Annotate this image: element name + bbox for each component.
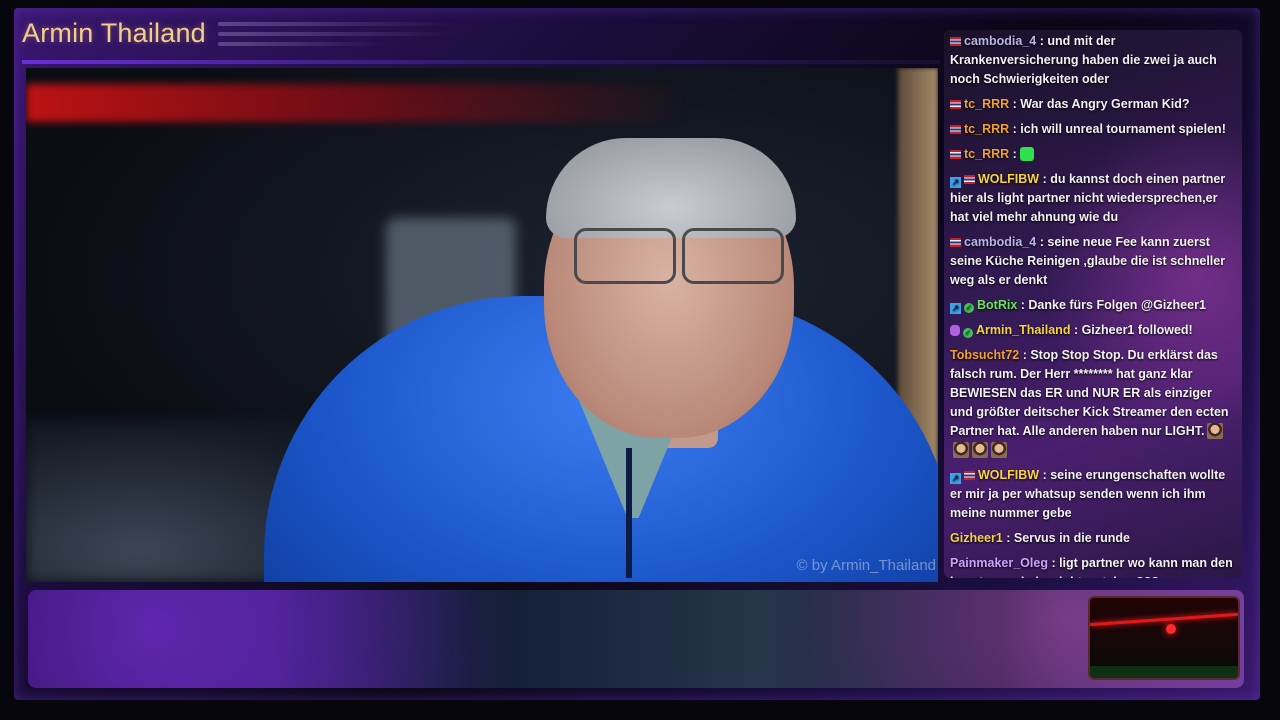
chat-text: ich will unreal tournament spielen! — [1020, 122, 1226, 136]
flag-badge-icon — [950, 150, 961, 159]
chat-username[interactable]: BotRix — [977, 298, 1017, 312]
background-red-light — [26, 84, 686, 122]
red-laser — [1090, 612, 1238, 627]
verified-badge-icon: ✓ — [964, 303, 974, 313]
chat-username[interactable]: WOLFIBW — [978, 468, 1039, 482]
stream-title: Armin Thailand — [22, 18, 206, 48]
flag-badge-icon — [950, 37, 961, 46]
chat-username[interactable]: cambodia_4 — [964, 34, 1036, 48]
chat-username[interactable]: Tobsucht72 — [950, 348, 1019, 362]
chat-message: ✓ Armin_Thailand : Gizheer1 followed! — [944, 319, 1242, 344]
chat-username[interactable]: Gizheer1 — [950, 531, 1003, 545]
chat-username[interactable]: tc_RRR — [964, 122, 1009, 136]
chat-username[interactable]: tc_RRR — [964, 97, 1009, 111]
chat-message: tc_RRR : — [944, 143, 1242, 168]
chat-message: tc_RRR : ich will unreal tournament spie… — [944, 118, 1242, 143]
chat-username[interactable]: Painmaker_Oleg — [950, 556, 1048, 570]
chat-message: cambodia_4 : und mit der Krankenversiche… — [950, 34, 1217, 86]
chat-message: cambodia_4 : seine neue Fee kann zuerst … — [950, 235, 1226, 287]
face-emote-icon — [953, 442, 969, 458]
chat-message: ↗ WOLFIBW : du kannst doch einen partner … — [950, 172, 1226, 224]
subscriber-badge-icon: ↗ — [950, 177, 961, 188]
chat-username[interactable]: cambodia_4 — [964, 235, 1036, 249]
chat-text: War das Angry German Kid? — [1020, 97, 1190, 111]
streamer-hair — [546, 138, 796, 238]
flag-badge-icon — [950, 100, 961, 109]
streamer-glasses — [574, 228, 786, 284]
video-watermark: © by Armin_Thailand — [796, 557, 936, 574]
subscriber-badge-icon: ↗ — [950, 303, 961, 314]
title-decoration — [218, 22, 458, 62]
chat-panel: cambodia_4 : und mit der Krankenversiche… — [944, 30, 1242, 578]
face-emote-icon — [1207, 423, 1224, 439]
red-light-dot — [1166, 624, 1176, 634]
chat-text: Servus in die runde — [1013, 531, 1130, 545]
mini-camera-preview — [1088, 596, 1240, 680]
chat-message: Tobsucht72 : Stop Stop Stop. Du erklärst… — [944, 344, 1242, 464]
chat-text: Danke fürs Folgen @Gizheer1 — [1028, 298, 1206, 312]
green-emote-icon — [1020, 147, 1035, 161]
jacket-zipper — [626, 448, 632, 578]
bottom-banner — [28, 590, 1244, 688]
flag-badge-icon — [964, 471, 975, 480]
flag-badge-icon — [950, 125, 961, 134]
face-emote-icon — [991, 442, 1007, 458]
chat-username[interactable]: WOLFIBW — [978, 172, 1039, 186]
flag-badge-icon — [950, 238, 961, 247]
chat-message: ↗ WOLFIBW : seine erungenschaften wollte … — [950, 468, 1226, 520]
chat-message: ↗ ✓ BotRix : Danke fürs Folgen @Gizheer1 — [950, 298, 1206, 314]
subscriber-badge-icon: ↗ — [950, 473, 961, 484]
chat-message: Painmaker_Oleg : ligt partner wo kann ma… — [944, 552, 1242, 578]
chat-username[interactable]: Armin_Thailand — [976, 323, 1070, 337]
chat-message: tc_RRR : War das Angry German Kid? — [944, 93, 1242, 118]
flag-badge-icon — [964, 175, 975, 184]
face-emote-icon — [972, 442, 988, 458]
broadcaster-badge-icon — [950, 325, 960, 336]
chat-username[interactable]: tc_RRR — [964, 147, 1009, 161]
chat-text: Gizheer1 followed! — [1081, 323, 1193, 337]
chat-message: Gizheer1 : Servus in die runde — [950, 531, 1130, 545]
video-top-border — [22, 60, 940, 64]
webcam-video: © by Armin_Thailand — [26, 68, 938, 582]
green-glow — [1090, 666, 1238, 678]
verified-badge-icon: ✓ — [963, 328, 973, 338]
